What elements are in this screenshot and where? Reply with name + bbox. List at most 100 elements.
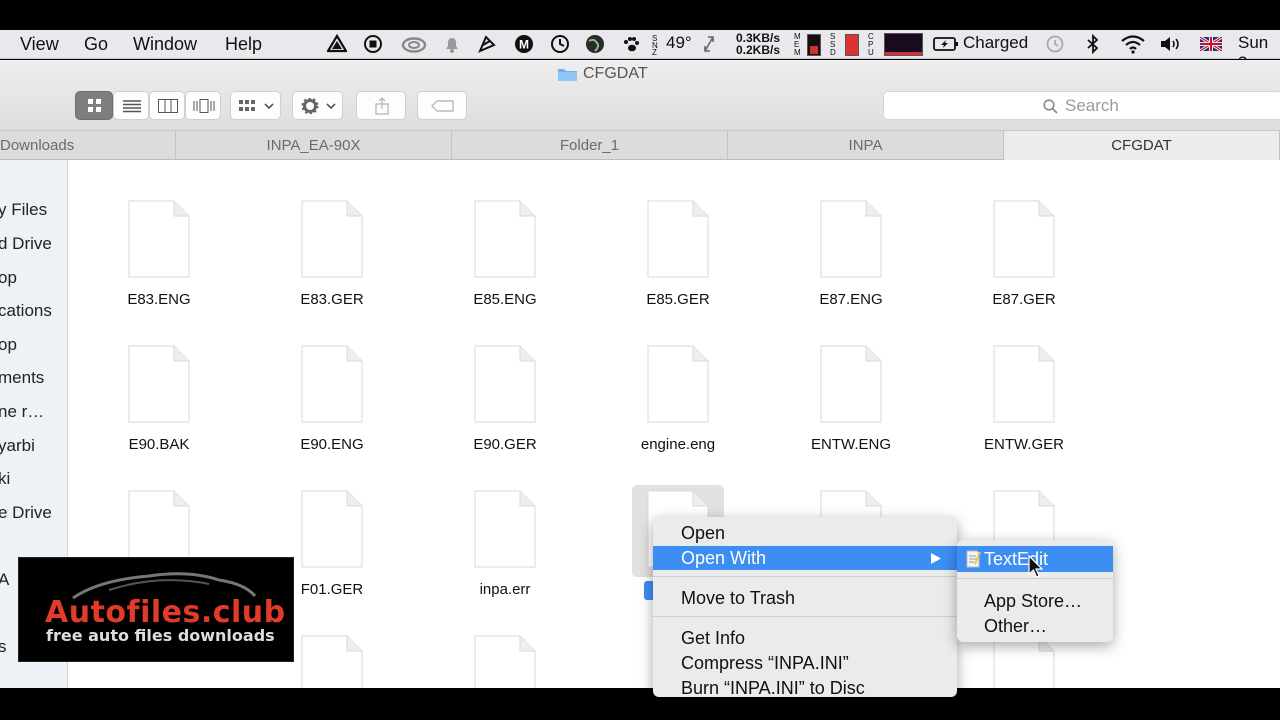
document-icon [474,490,536,568]
uk-flag-icon[interactable] [1200,37,1222,51]
menu-item-burn[interactable]: Burn “INPA.INI” to Disc [653,676,957,697]
file-name: E90.ENG [300,436,364,453]
arrange-button[interactable] [230,91,281,120]
menu-item-get-info[interactable]: Get Info [653,626,957,650]
document-icon [820,345,882,423]
memory-label: MEM [794,32,801,57]
network-down-speed[interactable]: 0.2KB/s [736,44,780,56]
menu-item-move-to-trash[interactable]: Move to Trash [653,586,957,610]
sidebar-item-s[interactable]: s [0,637,7,657]
file-item[interactable]: E85.ENG [440,200,570,320]
wifi-icon[interactable] [1120,34,1146,54]
textedit-icon [966,550,981,568]
screen-bottom-bar [0,688,1280,720]
watermark-logo: Autofiles.club free auto files downloads [18,557,294,662]
document-icon [647,200,709,278]
time-machine-icon[interactable] [550,34,570,54]
time-machine-sync-icon[interactable] [1044,34,1064,54]
file-name: E87.ENG [819,291,883,308]
battery-icon[interactable] [933,34,959,54]
file-item[interactable]: E83.ENG [94,200,224,320]
pen-tool-icon[interactable] [477,34,497,54]
window-title: CFGDAT [583,65,648,82]
record-icon[interactable] [363,34,383,54]
sidebar-item-desktop-2[interactable]: op [0,335,17,355]
menu-item-open[interactable]: Open [653,521,957,545]
file-item[interactable] [959,635,1089,688]
submenu-item-other[interactable]: Other… [957,613,1113,639]
watermark-title: Autofiles.club [45,595,286,630]
menu-separator [653,576,957,577]
ssd-meter[interactable] [845,34,859,56]
sidebar-item-ki[interactable]: ki [0,469,10,489]
memory-meter[interactable] [807,34,821,56]
file-item[interactable] [440,635,570,688]
file-name: E85.GER [646,291,710,308]
sidebar-item-e-drive[interactable]: e Drive [0,503,52,523]
menu-window[interactable]: Window [133,34,197,55]
file-item[interactable]: engine.eng [613,345,743,465]
creative-cloud-icon[interactable] [401,34,427,54]
malwarebytes-icon[interactable]: M [514,34,534,54]
cpu-label: CPU [868,32,874,57]
document-icon [993,200,1055,278]
svg-text:M: M [519,38,529,52]
action-button[interactable] [292,91,343,120]
file-item[interactable]: E85.GER [613,200,743,320]
file-item[interactable]: ENTW.ENG [786,345,916,465]
paw-icon[interactable] [621,34,641,54]
volume-icon[interactable] [1159,34,1183,54]
bluetooth-icon[interactable] [1085,34,1101,54]
document-icon [128,345,190,423]
icon-view-button[interactable] [75,91,113,120]
google-drive-icon[interactable] [327,34,347,54]
file-item[interactable]: E90.GER [440,345,570,465]
menu-item-compress[interactable]: Compress “INPA.INI” [653,651,957,675]
file-item[interactable]: E87.GER [959,200,1089,320]
document-icon [647,345,709,423]
menu-go[interactable]: Go [84,34,108,55]
menu-item-open-with[interactable]: Open With [653,546,957,570]
sidebar-item-yarbi[interactable]: yarbi [0,436,35,456]
search-placeholder: Search [1065,96,1119,115]
menu-help[interactable]: Help [225,34,262,55]
cpu-graph[interactable] [884,33,923,56]
path-tab-downloads[interactable]: Downloads [0,131,176,160]
expand-arrows-icon[interactable] [702,34,716,54]
path-tab-cfgdat[interactable]: CFGDAT [1004,131,1280,160]
path-tab-inpa-ea-90x[interactable]: INPA_EA-90X [176,131,452,160]
sidebar-item-applications[interactable]: cations [0,301,52,321]
sidebar-item-files[interactable]: y Files [0,200,47,220]
notification-bell-icon[interactable] [442,34,462,54]
share-button[interactable] [356,91,406,120]
submenu-item-app-store[interactable]: App Store… [957,588,1113,614]
coverflow-view-button[interactable] [185,91,221,120]
sidebar-item-a[interactable]: A [0,570,9,590]
file-item[interactable]: ENTW.GER [959,345,1089,465]
share-icon [375,97,389,115]
sidebar-item-desktop[interactable]: op [0,268,17,288]
file-item[interactable]: inpa.err [440,490,570,610]
file-item[interactable]: E87.ENG [786,200,916,320]
tag-icon [431,100,454,112]
path-tab-inpa[interactable]: INPA [728,131,1004,160]
file-name: E90.BAK [128,436,190,453]
file-item[interactable]: E83.GER [267,200,397,320]
file-name: inpa.err [479,581,531,598]
sidebar-item-drive[interactable]: d Drive [0,234,52,254]
path-tab-folder-1[interactable]: Folder_1 [452,131,728,160]
menu-separator [653,616,957,617]
column-view-button[interactable] [149,91,185,120]
watermark-subtitle: free auto files downloads [46,626,275,645]
battery-status[interactable]: Charged [963,33,1028,53]
sidebar-item-ne-r[interactable]: ne r… [0,402,44,422]
globe-icon[interactable] [585,34,605,54]
file-item[interactable]: E90.ENG [267,345,397,465]
sidebar-item-documents[interactable]: ments [0,368,44,388]
list-view-button[interactable] [113,91,149,120]
file-name: ENTW.GER [983,436,1064,453]
weather-temp[interactable]: 49° [666,33,692,53]
menu-view[interactable]: View [20,34,59,55]
file-item[interactable]: E90.BAK [94,345,224,465]
tags-button[interactable] [417,91,467,120]
